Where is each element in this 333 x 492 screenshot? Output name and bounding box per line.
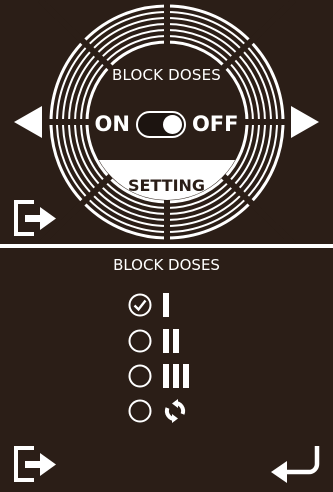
exit-door-icon[interactable] xyxy=(12,196,58,240)
option-triple-dose[interactable] xyxy=(128,361,193,391)
repeat-cycle-icon xyxy=(164,399,186,423)
list-title: BLOCK DOSES xyxy=(113,256,220,274)
radio-empty-icon[interactable] xyxy=(128,364,152,388)
radio-empty-icon[interactable] xyxy=(128,399,152,423)
dial-title: BLOCK DOSES xyxy=(111,66,222,84)
double-bar-icon xyxy=(163,329,179,353)
option-double-dose[interactable] xyxy=(128,326,183,356)
single-bar-icon xyxy=(163,293,169,317)
triple-bar-icon xyxy=(163,364,189,388)
block-doses-toggle[interactable]: ON OFF xyxy=(0,110,333,138)
bottom-screen: BLOCK DOSES xyxy=(0,248,333,492)
setting-button[interactable] xyxy=(104,164,229,208)
radio-checked-icon[interactable] xyxy=(128,293,152,317)
option-single-dose[interactable] xyxy=(128,290,171,320)
top-screen: BLOCK DOSES ON OFF SETTING xyxy=(0,0,333,244)
radio-empty-icon[interactable] xyxy=(128,329,152,353)
exit-door-icon[interactable] xyxy=(12,442,58,486)
option-repeat-dose[interactable] xyxy=(128,396,187,426)
toggle-switch[interactable] xyxy=(135,110,186,138)
toggle-off-label: OFF xyxy=(191,112,239,136)
return-arrow-icon[interactable] xyxy=(269,442,325,486)
toggle-knob xyxy=(162,114,182,134)
toggle-on-label: ON xyxy=(94,112,130,136)
